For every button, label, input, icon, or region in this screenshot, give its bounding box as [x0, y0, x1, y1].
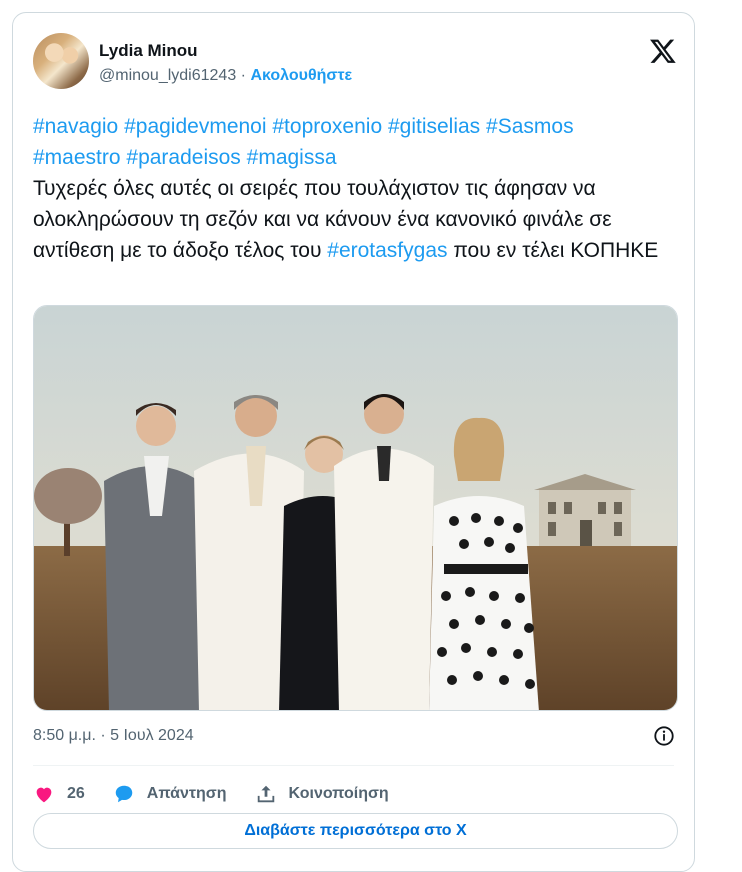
read-more-button[interactable]: Διαβάστε περισσότερα στο X	[33, 813, 678, 849]
reply-button[interactable]: Απάντηση	[113, 783, 227, 805]
action-bar: 26 Απάντηση Κοινοποίηση	[33, 779, 417, 809]
share-label: Κοινοποίηση	[288, 785, 389, 802]
hashtag[interactable]: #gitiselias	[388, 115, 480, 138]
follow-link[interactable]: Ακολουθήστε	[250, 67, 352, 84]
x-logo-icon[interactable]	[649, 37, 677, 65]
hashtag[interactable]: #pagidevmenoi	[124, 115, 266, 138]
hashtag[interactable]: #erotasfygas	[327, 239, 447, 262]
tweet-timestamp[interactable]: 8:50 μ.μ. · 5 Ιουλ 2024	[33, 727, 194, 745]
separator: ·	[240, 67, 246, 84]
share-button[interactable]: Κοινοποίηση	[255, 783, 389, 805]
author-handle[interactable]: @minou_lydi61243	[99, 67, 236, 84]
likes-count: 26	[67, 785, 85, 802]
handle-row: @minou_lydi61243 · Ακολουθήστε	[99, 67, 352, 85]
divider	[33, 765, 674, 766]
speech-bubble-icon	[115, 785, 133, 803]
upload-arrow-icon	[257, 785, 274, 803]
hashtag[interactable]: #magissa	[247, 146, 337, 169]
tweet-photo[interactable]	[33, 305, 678, 711]
hashtag-line-2: #maestro #paradeisos #magissa	[33, 142, 683, 173]
avatar[interactable]	[33, 33, 89, 89]
hashtag[interactable]: #toproxenio	[272, 115, 382, 138]
photo-scene	[34, 306, 677, 710]
hashtag-line-1: #navagio #pagidevmenoi #toproxenio #giti…	[33, 111, 683, 142]
hashtag[interactable]: #navagio	[33, 115, 118, 138]
author-name[interactable]: Lydia Minou	[99, 41, 198, 61]
hashtag[interactable]: #paradeisos	[126, 146, 240, 169]
final-text: που εν τέλει ΚΟΠΗΚΕ	[453, 239, 659, 262]
tweet-text: #navagio #pagidevmenoi #toproxenio #giti…	[33, 111, 683, 266]
heart-icon	[36, 787, 52, 803]
info-icon[interactable]	[653, 725, 675, 747]
reply-label: Απάντηση	[146, 785, 227, 802]
body-paragraph: Τυχερές όλες αυτές οι σειρές που τουλάχι…	[33, 173, 683, 266]
hashtag[interactable]: #Sasmos	[486, 115, 574, 138]
like-button[interactable]: 26	[33, 783, 85, 805]
hashtag[interactable]: #maestro	[33, 146, 121, 169]
tweet-card: Lydia Minou @minou_lydi61243 · Ακολουθήσ…	[12, 12, 695, 872]
